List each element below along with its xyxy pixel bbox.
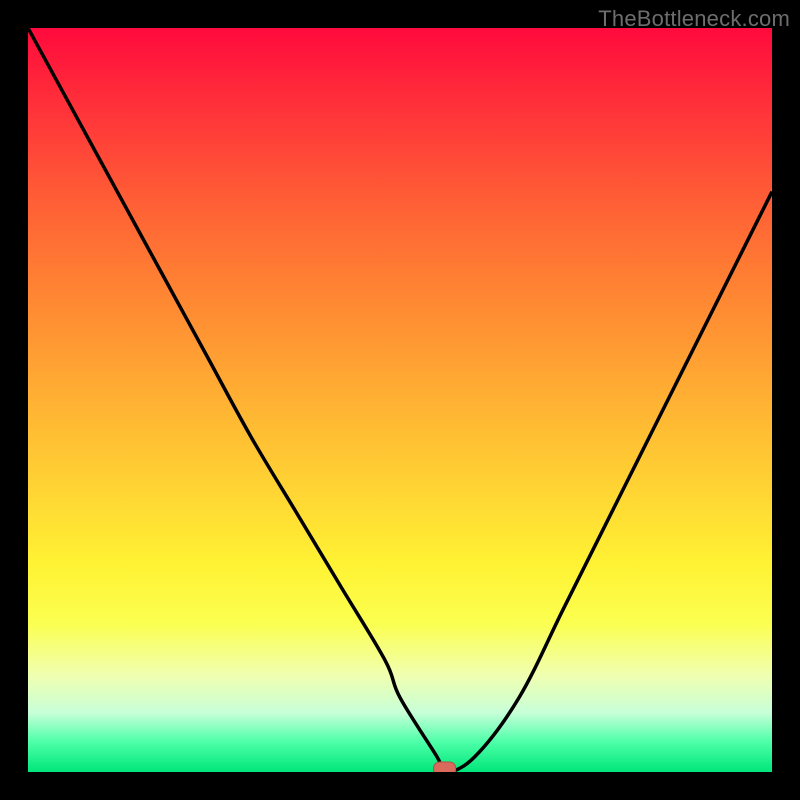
- optimum-marker: [434, 762, 456, 772]
- watermark-text: TheBottleneck.com: [598, 6, 790, 32]
- curve-layer: [28, 28, 772, 772]
- chart-frame: TheBottleneck.com: [0, 0, 800, 800]
- plot-area: [28, 28, 772, 772]
- bottleneck-curve: [28, 28, 772, 772]
